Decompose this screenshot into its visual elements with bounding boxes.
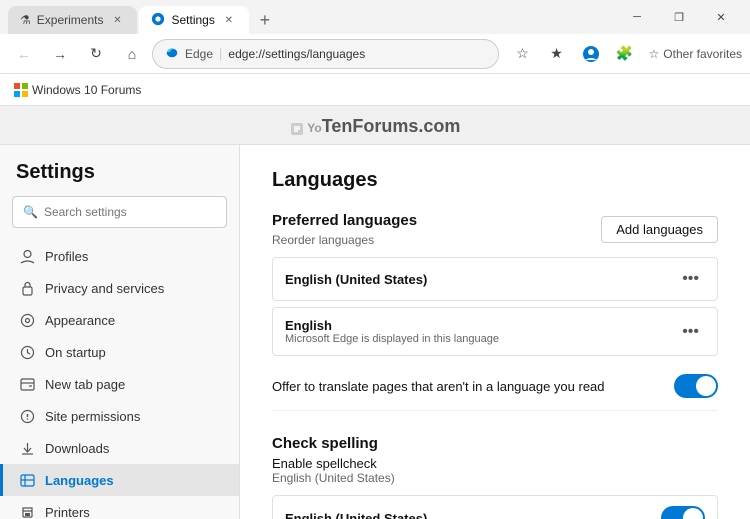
spell-lang-en-us: English (United States) — [285, 511, 427, 519]
sidebar-item-startup-label: On startup — [45, 345, 106, 360]
bookmarks-bar: Windows 10 Forums — [0, 74, 750, 106]
extensions-button[interactable]: 🧩 — [609, 38, 641, 70]
translate-toggle[interactable] — [674, 374, 718, 398]
sidebar-item-appearance-label: Appearance — [45, 313, 115, 328]
appearance-icon — [19, 312, 35, 328]
printers-icon — [19, 504, 35, 519]
language-more-button-en[interactable]: ••• — [676, 321, 705, 343]
tab-settings[interactable]: Settings ✕ — [139, 6, 248, 34]
translate-setting-row: Offer to translate pages that aren't in … — [272, 362, 718, 411]
sidebar-item-appearance[interactable]: Appearance — [0, 304, 239, 336]
language-item-en-us: English (United States) ••• — [272, 257, 718, 301]
address-bar[interactable]: Edge | edge://settings/languages — [152, 39, 499, 69]
downloads-icon — [19, 440, 35, 456]
address-prefix: Edge — [185, 47, 213, 61]
forward-button[interactable]: → — [44, 38, 76, 70]
spell-toggle-en-us[interactable] — [661, 506, 705, 519]
sidebar-item-languages-label: Languages — [45, 473, 114, 488]
favorite-button[interactable]: ☆ — [507, 38, 539, 70]
maximize-button[interactable]: ❐ — [658, 0, 700, 34]
experiments-tab-label: Experiments — [37, 13, 104, 27]
language-desc-en: Microsoft Edge is displayed in this lang… — [285, 333, 499, 345]
refresh-button[interactable]: ↻ — [80, 38, 112, 70]
address-url: edge://settings/languages — [228, 47, 365, 61]
window-controls: ─ ❐ ✕ — [616, 0, 742, 34]
spell-item-en-us: English (United States) — [272, 495, 718, 519]
settings-tab-label: Settings — [171, 13, 214, 27]
sidebar-item-downloads[interactable]: Downloads — [0, 432, 239, 464]
languages-icon — [19, 472, 35, 488]
enable-spellcheck-subtitle: English (United States) — [272, 471, 718, 485]
translate-setting-label: Offer to translate pages that aren't in … — [272, 379, 605, 394]
watermark-text: YoTenForums.com — [290, 120, 461, 135]
new-tab-button[interactable]: + — [251, 6, 279, 34]
address-separator: | — [219, 46, 222, 61]
sidebar-item-languages[interactable]: Languages — [0, 464, 239, 496]
preferred-languages-title: Preferred languages — [272, 212, 417, 229]
sidebar-item-profiles-label: Profiles — [45, 249, 88, 264]
windows-logo-icon — [14, 83, 28, 97]
other-favorites-label: Other favorites — [663, 47, 742, 61]
close-button[interactable]: ✕ — [700, 0, 742, 34]
translate-toggle-thumb — [696, 376, 716, 396]
sidebar-item-privacy[interactable]: Privacy and services — [0, 272, 239, 304]
home-button[interactable]: ⌂ — [116, 38, 148, 70]
search-settings-input[interactable] — [44, 205, 216, 219]
page-title: Languages — [272, 169, 718, 192]
sidebar-title: Settings — [0, 161, 239, 196]
content-area: Languages Preferred languages Reorder la… — [240, 145, 750, 519]
watermark-brand: TenForums.com — [322, 116, 461, 136]
sidebar-item-newtab-label: New tab page — [45, 377, 125, 392]
preferred-languages-subtitle: Reorder languages — [272, 233, 417, 247]
back-button[interactable]: ← — [8, 38, 40, 70]
experiments-tab-close[interactable]: ✕ — [109, 12, 125, 28]
experiments-tab-icon: ⚗ — [20, 13, 31, 27]
other-favorites-icon: ☆ — [649, 47, 660, 61]
profile-button[interactable] — [575, 38, 607, 70]
language-name-en: English — [285, 318, 499, 333]
sidebar-item-startup[interactable]: On startup — [0, 336, 239, 368]
search-icon: 🔍 — [23, 205, 38, 219]
sidebar-item-profiles[interactable]: Profiles — [0, 240, 239, 272]
tab-bar: ⚗ Experiments ✕ Settings ✕ + — [8, 0, 279, 34]
sidebar-item-privacy-label: Privacy and services — [45, 281, 164, 296]
check-spelling-section: Check spelling Enable spellcheck English… — [272, 435, 718, 519]
enable-spellcheck-label: Enable spellcheck — [272, 456, 718, 471]
search-settings-container[interactable]: 🔍 — [12, 196, 227, 228]
startup-icon — [19, 344, 35, 360]
other-favorites[interactable]: ☆ Other favorites — [649, 47, 742, 61]
permissions-icon — [19, 408, 35, 424]
settings-tab-icon — [151, 12, 165, 29]
check-spelling-title: Check spelling — [272, 435, 718, 452]
toolbar-icons: ☆ ★ 🧩 — [507, 38, 641, 70]
sidebar-item-newtab[interactable]: New tab page — [0, 368, 239, 400]
settings-tab-close[interactable]: ✕ — [221, 12, 237, 28]
minimize-button[interactable]: ─ — [616, 0, 658, 34]
sidebar-item-printers[interactable]: Printers — [0, 496, 239, 519]
tab-experiments[interactable]: ⚗ Experiments ✕ — [8, 6, 137, 34]
collections-button[interactable]: ★ — [541, 38, 573, 70]
privacy-icon — [19, 280, 35, 296]
sidebar-item-downloads-label: Downloads — [45, 441, 109, 456]
preferred-languages-header: Preferred languages Reorder languages Ad… — [272, 212, 718, 247]
add-languages-button[interactable]: Add languages — [601, 216, 718, 243]
preferred-languages-list: English (United States) ••• English Micr… — [272, 257, 718, 356]
windows-forums-bookmark[interactable]: Windows 10 Forums — [10, 81, 145, 99]
language-name-en-us: English (United States) — [285, 272, 427, 287]
profiles-icon — [19, 248, 35, 264]
edge-logo-small — [165, 45, 179, 62]
navigation-bar: ← → ↻ ⌂ Edge | edge://settings/languages… — [0, 34, 750, 74]
windows-forums-label: Windows 10 Forums — [32, 83, 141, 97]
sidebar-item-permissions[interactable]: Site permissions — [0, 400, 239, 432]
title-bar: ⚗ Experiments ✕ Settings ✕ + ─ ❐ ✕ — [0, 0, 750, 34]
language-item-en: English Microsoft Edge is displayed in t… — [272, 307, 718, 356]
language-more-button-en-us[interactable]: ••• — [676, 268, 705, 290]
main-content: Settings 🔍 Profiles Privacy and services… — [0, 145, 750, 519]
sidebar-item-permissions-label: Site permissions — [45, 409, 140, 424]
watermark-bar: YoTenForums.com — [0, 106, 750, 145]
newtab-icon — [19, 376, 35, 392]
sidebar-item-printers-label: Printers — [45, 505, 90, 519]
sidebar: Settings 🔍 Profiles Privacy and services… — [0, 145, 240, 519]
